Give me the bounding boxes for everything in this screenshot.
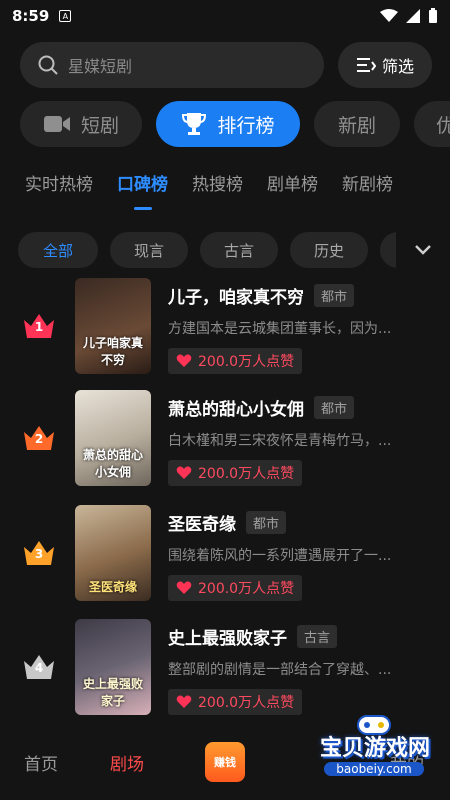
tab-label: 短剧	[80, 114, 119, 137]
drama-title: 儿子，咱家真不穷	[168, 287, 304, 308]
heart-icon	[176, 466, 192, 479]
poster-caption: 圣医奇缘	[88, 580, 137, 594]
search-row: 星媒短剧 筛选	[20, 42, 432, 88]
battery-icon	[429, 8, 437, 23]
ranking-tabs: 实时热榜 口碑榜 热搜榜 剧单榜 新剧榜	[25, 170, 393, 200]
poster-caption: 儿子咱家真不穷	[82, 336, 143, 367]
tab-ranking[interactable]: 排行榜	[156, 101, 300, 147]
list-item[interactable]: 2 萧总的甜心小女佣 萧总的甜心小女佣 都市 白木槿和男三宋夜怀是青梅竹马，..…	[0, 390, 450, 490]
rank-number: 2	[34, 432, 44, 446]
poster-caption: 史上最强败家子	[82, 677, 143, 708]
tab-realtime-hot[interactable]: 实时热榜	[25, 170, 93, 200]
genre-tag: 都市	[314, 283, 355, 307]
earn-label: 赚钱	[214, 756, 236, 769]
drama-title: 史上最强败家子	[168, 628, 287, 649]
likes-badge: 200.0万人点赞	[168, 575, 303, 601]
drama-title: 圣医奇缘	[168, 514, 236, 535]
list-item[interactable]: 1 儿子咱家真不穷 儿子，咱家真不穷 都市 方建国本是云城集团董事长，因为...…	[0, 278, 450, 378]
genre-tag: 都市	[314, 395, 355, 419]
expand-chips-button[interactable]	[396, 232, 450, 268]
tab-short-drama[interactable]: 短剧	[20, 101, 142, 147]
watermark-text: 宝贝游戏网	[319, 736, 430, 761]
tab-label: 排行榜	[217, 114, 275, 137]
chip-history[interactable]: 历史	[290, 232, 368, 268]
drama-description: 整部剧的剧情是一部结合了穿越、...	[168, 662, 392, 678]
search-input[interactable]: 星媒短剧	[20, 42, 324, 88]
genre-chips: 全部 现言 古言 历史	[18, 232, 450, 268]
drama-poster[interactable]: 史上最强败家子	[75, 619, 151, 715]
filter-icon	[356, 58, 376, 72]
video-camera-icon	[43, 116, 70, 132]
likes-count: 200.0万人点赞	[198, 695, 295, 711]
chip-ancient-romance[interactable]: 古言	[200, 232, 278, 268]
tab-reputation[interactable]: 口碑榜	[117, 170, 168, 200]
tab-hot-search[interactable]: 热搜榜	[192, 170, 243, 200]
rank-crown-icon: 2	[22, 424, 56, 454]
rank-crown-icon: 4	[22, 653, 56, 683]
drama-poster[interactable]: 儿子咱家真不穷	[75, 278, 151, 374]
drama-poster[interactable]: 圣医奇缘	[75, 505, 151, 601]
watermark-url: baobeiy.com	[324, 762, 424, 776]
heart-icon	[176, 354, 192, 367]
trophy-icon	[182, 113, 207, 135]
nav-home[interactable]: 首页	[24, 750, 58, 775]
chevron-down-icon	[415, 245, 431, 255]
rank-number: 3	[34, 547, 44, 561]
nav-earn-button[interactable]: 赚钱	[205, 742, 245, 782]
drama-description: 方建国本是云城集团董事长，因为...	[168, 321, 392, 337]
genre-tag: 古言	[297, 624, 338, 648]
tab-drama-list[interactable]: 剧单榜	[267, 170, 318, 200]
rank-crown-icon: 3	[22, 539, 56, 569]
likes-badge: 200.0万人点赞	[168, 460, 303, 486]
nav-theater[interactable]: 剧场	[110, 750, 144, 775]
tab-label: 优	[436, 114, 450, 137]
status-icons	[380, 8, 438, 24]
notification-icon: A	[59, 10, 72, 22]
drama-description: 围绕着陈风的一系列遭遇展开了一...	[168, 548, 392, 564]
list-item[interactable]: 3 圣医奇缘 圣医奇缘 都市 围绕着陈风的一系列遭遇展开了一... 200.0万…	[0, 505, 450, 605]
heart-icon	[176, 581, 192, 594]
poster-caption: 萧总的甜心小女佣	[82, 448, 143, 479]
list-item[interactable]: 4 史上最强败家子 史上最强败家子 古言 整部剧的剧情是一部结合了穿越、... …	[0, 619, 450, 719]
rank-crown-icon: 1	[22, 312, 56, 342]
drama-description: 白木槿和男三宋夜怀是青梅竹马，...	[168, 433, 392, 449]
site-watermark: 宝贝游戏网 baobeiy.com	[300, 712, 450, 800]
status-time: 8:59	[12, 7, 50, 25]
genre-tag: 都市	[246, 510, 287, 534]
likes-badge: 200.0万人点赞	[168, 689, 303, 715]
tab-new-drama-rank[interactable]: 新剧榜	[342, 170, 393, 200]
search-icon	[38, 55, 58, 75]
tab-more[interactable]: 优	[414, 101, 450, 147]
likes-badge: 200.0万人点赞	[168, 348, 303, 374]
tab-label: 新剧	[337, 114, 376, 137]
likes-count: 200.0万人点赞	[198, 354, 295, 370]
drama-poster[interactable]: 萧总的甜心小女佣	[75, 390, 151, 486]
category-tabs: 短剧 排行榜 新剧 优	[20, 101, 450, 147]
likes-count: 200.0万人点赞	[198, 581, 295, 597]
filter-label: 筛选	[381, 57, 414, 76]
status-bar: 8:59 A	[0, 0, 450, 32]
chip-all[interactable]: 全部	[18, 232, 98, 268]
search-placeholder: 星媒短剧	[68, 57, 133, 76]
rank-number: 4	[34, 661, 44, 675]
heart-icon	[176, 695, 192, 708]
rank-number: 1	[34, 320, 44, 334]
drama-title: 萧总的甜心小女佣	[168, 399, 304, 420]
chip-modern-romance[interactable]: 现言	[110, 232, 188, 268]
tab-new-drama[interactable]: 新剧	[314, 101, 400, 147]
signal-icon	[406, 9, 420, 23]
filter-button[interactable]: 筛选	[338, 42, 432, 88]
likes-count: 200.0万人点赞	[198, 466, 295, 482]
wifi-icon	[380, 9, 398, 22]
